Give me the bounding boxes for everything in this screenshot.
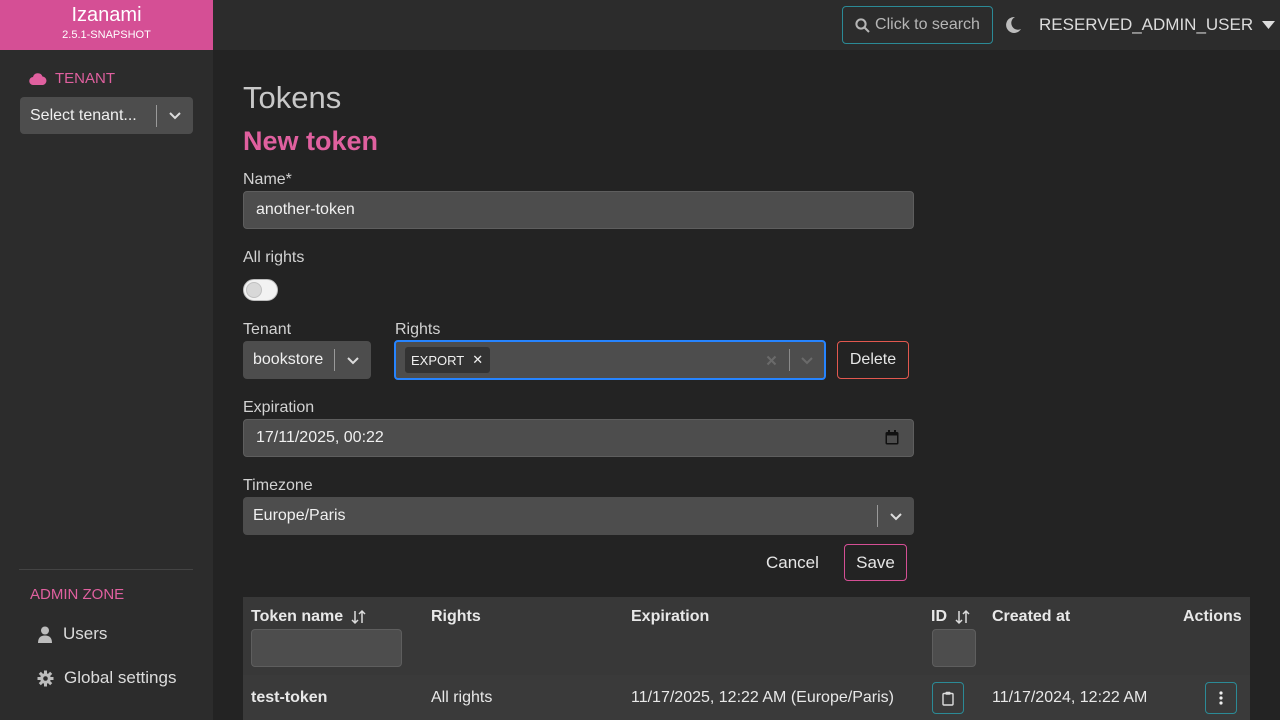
chevron-down-icon[interactable] <box>878 512 914 521</box>
rights-label: Rights <box>395 321 441 338</box>
sidebar-item-global-settings[interactable]: Global settings <box>37 668 176 688</box>
brand-logo[interactable]: Izanami 2.5.1-SNAPSHOT <box>0 0 213 50</box>
tenant-section-label: TENANT <box>29 70 115 87</box>
cancel-button[interactable]: Cancel <box>766 553 819 573</box>
search-button-label: Click to search <box>875 16 980 33</box>
column-header-label: Expiration <box>631 608 710 625</box>
admin-zone-label: ADMIN ZONE <box>30 586 125 603</box>
timezone-label: Timezone <box>243 477 313 494</box>
rights-indicators <box>753 342 824 378</box>
rights-chip-label: EXPORT <box>411 352 465 368</box>
sidebar-item-label: Users <box>63 624 108 643</box>
column-header-label: Actions <box>1183 608 1242 625</box>
column-header-token-name[interactable]: Token name <box>251 608 367 626</box>
column-header-created-at: Created at <box>992 608 1070 626</box>
kebab-menu-icon <box>1219 691 1223 705</box>
gear-icon <box>37 670 54 686</box>
user-icon <box>38 626 52 643</box>
token-name-cell: test-token <box>251 689 328 706</box>
table-row: test-token All rights 11/17/2025, 12:22 … <box>243 675 1250 720</box>
sidebar-divider <box>19 569 193 570</box>
token-name-filter-input[interactable] <box>251 629 402 667</box>
chevron-down-icon[interactable] <box>790 356 824 365</box>
sidebar-item-label: Global settings <box>64 668 177 687</box>
clipboard-icon <box>942 691 954 706</box>
name-field[interactable]: another-token <box>243 191 914 229</box>
column-header-label: Created at <box>992 608 1071 625</box>
id-filter-input[interactable] <box>932 629 976 667</box>
tenant-select-field[interactable]: bookstore <box>243 341 371 379</box>
moon-icon[interactable] <box>1006 16 1022 33</box>
calendar-icon[interactable] <box>885 430 899 445</box>
clear-icon[interactable] <box>753 355 789 366</box>
sidebar: Izanami 2.5.1-SNAPSHOT TENANT Select ten… <box>0 0 213 720</box>
column-header-label: ID <box>931 608 947 625</box>
cloud-icon <box>29 73 47 85</box>
topbar: Click to search RESERVED_ADMIN_USER <box>213 0 1280 50</box>
column-header-label: Rights <box>431 608 481 625</box>
column-header-actions: Actions <box>1183 608 1242 626</box>
tenant-select-placeholder: Select tenant... <box>30 106 137 124</box>
expiration-label: Expiration <box>243 399 315 416</box>
brand-version: 2.5.1-SNAPSHOT <box>62 29 151 41</box>
sort-icon[interactable] <box>955 609 971 625</box>
name-label: Name* <box>243 171 292 188</box>
search-icon <box>855 17 870 33</box>
rights-cell: All rights <box>431 689 493 706</box>
created-at-cell: 11/17/2024, 12:22 AM <box>992 689 1148 706</box>
column-header-label: Token name <box>251 608 344 625</box>
all-rights-toggle[interactable] <box>243 279 278 301</box>
rights-multiselect[interactable]: EXPORT ✕ <box>394 340 826 380</box>
column-header-rights: Rights <box>431 608 481 626</box>
column-header-expiration: Expiration <box>631 608 709 626</box>
expiration-cell: 11/17/2025, 12:22 AM (Europe/Paris) <box>631 689 894 706</box>
tenant-label: Tenant <box>243 321 292 338</box>
chevron-down-icon[interactable] <box>157 111 193 120</box>
form-title: New token <box>243 126 379 156</box>
row-actions-button[interactable] <box>1205 682 1237 714</box>
timezone-value: Europe/Paris <box>253 507 346 524</box>
expiration-value: 17/11/2025, 00:22 <box>256 429 384 446</box>
username: RESERVED_ADMIN_USER <box>1039 15 1254 34</box>
table-header: Token name Rights Expiration ID Created … <box>243 597 1250 675</box>
sidebar-item-users[interactable]: Users <box>37 624 107 644</box>
save-button[interactable]: Save <box>844 544 907 581</box>
name-field-value: another-token <box>256 201 355 218</box>
expiration-field[interactable]: 17/11/2025, 00:22 <box>243 419 914 457</box>
sort-icon[interactable] <box>351 609 367 625</box>
caret-down-icon <box>1262 21 1276 29</box>
all-rights-label: All rights <box>243 249 305 266</box>
brand-name: Izanami <box>71 4 142 26</box>
toggle-knob <box>246 282 262 298</box>
remove-chip-icon[interactable]: ✕ <box>470 352 490 368</box>
timezone-select[interactable]: Europe/Paris <box>243 497 914 535</box>
page-title: Tokens <box>243 80 342 115</box>
copy-id-button[interactable] <box>932 682 964 714</box>
chevron-down-icon[interactable] <box>335 356 371 365</box>
rights-chip: EXPORT ✕ <box>405 347 491 373</box>
column-header-id[interactable]: ID <box>931 608 971 626</box>
user-menu[interactable]: RESERVED_ADMIN_USER <box>1039 15 1276 35</box>
delete-button[interactable]: Delete <box>837 341 909 379</box>
tenant-select[interactable]: Select tenant... <box>20 97 193 134</box>
search-button[interactable]: Click to search <box>842 6 993 44</box>
tenant-label-text: TENANT <box>55 70 115 87</box>
tenant-value: bookstore <box>253 351 324 368</box>
